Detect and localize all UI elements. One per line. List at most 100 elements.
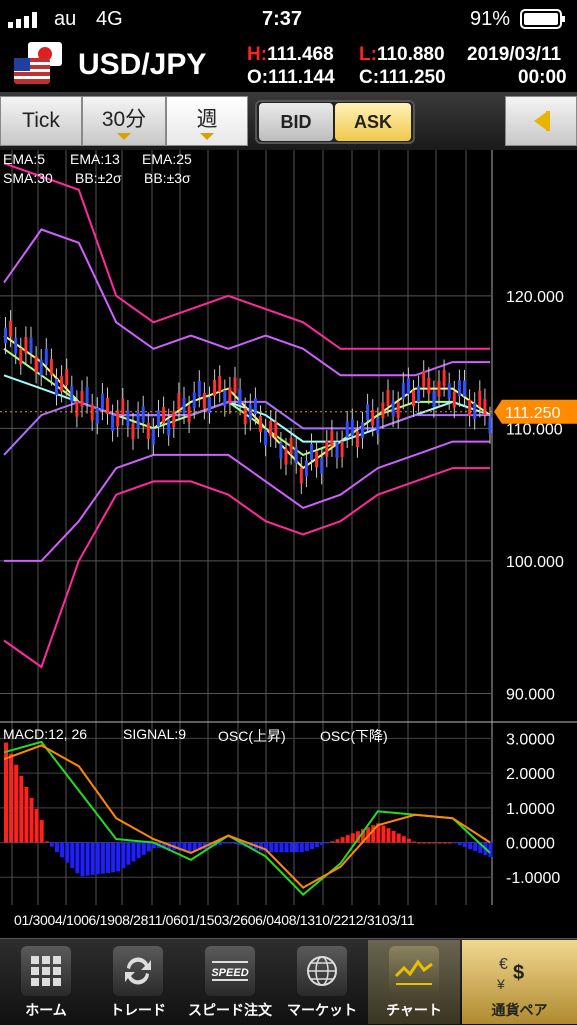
bar-time: 00:00	[518, 67, 567, 88]
collapse-panel-button[interactable]	[505, 96, 577, 146]
current-price-label: 111.250	[505, 405, 561, 422]
osc-bar	[49, 842, 54, 847]
candle-body	[488, 417, 492, 434]
candle-body	[406, 378, 410, 395]
candle-body	[136, 412, 140, 429]
candle-body	[452, 391, 456, 408]
candle-body	[9, 320, 13, 337]
candle-body	[457, 380, 461, 397]
osc-bar	[279, 842, 284, 853]
osc-bar	[223, 842, 228, 844]
candle-body	[391, 400, 395, 417]
osc-bar	[289, 842, 294, 853]
osc-bar	[320, 842, 325, 846]
bid-button[interactable]: BID	[259, 103, 333, 141]
series-line	[4, 440, 490, 562]
osc-bar	[19, 775, 24, 843]
currency-pair-title[interactable]: USD/JPY	[78, 48, 206, 82]
osc-bar	[294, 842, 299, 853]
battery-icon	[520, 9, 566, 29]
globe-icon	[297, 946, 347, 996]
osc-bar	[106, 842, 110, 873]
dropdown-caret-icon	[117, 132, 131, 140]
candle-body	[279, 442, 283, 459]
candle-body	[264, 429, 268, 446]
candle-body	[422, 370, 426, 387]
candle-body	[202, 392, 206, 409]
candle-body	[182, 397, 186, 414]
legend-signal: SIGNAL:9	[123, 726, 187, 742]
price-tick-label: 110.000	[506, 421, 563, 438]
candle-body	[350, 419, 354, 436]
series-line	[3, 467, 490, 669]
chart-area[interactable]: 120.000 110.000 100.000 90.000 3.0000 2.0000 1…	[0, 150, 577, 940]
osc-bar	[121, 842, 126, 869]
tab-currency-pair[interactable]: € $ ¥ 通貨ペア	[462, 940, 577, 1024]
price-tick-label: 90.000	[506, 686, 555, 703]
currency-icon: € $ ¥	[495, 946, 545, 996]
osc-bar	[70, 842, 75, 868]
candle-body	[100, 393, 104, 410]
chart-svg[interactable]: 120.000 110.000 100.000 90.000 3.0000 2.0000 1…	[0, 150, 577, 940]
candle-body	[243, 408, 247, 425]
price-tick-label: 120.000	[506, 289, 564, 306]
candle-body	[463, 380, 466, 397]
candle-body	[19, 348, 23, 365]
speed-icon: SPEED	[205, 946, 255, 996]
tab-tick[interactable]: Tick	[0, 96, 82, 146]
candle-body	[167, 419, 171, 436]
osc-bar	[325, 842, 330, 844]
osc-bar	[75, 842, 80, 874]
osc-bar	[274, 842, 279, 853]
candle-body	[432, 391, 436, 408]
candle-body	[60, 375, 64, 392]
osc-bar	[442, 842, 447, 844]
osc-bar	[90, 842, 95, 875]
osc-bar	[463, 842, 467, 848]
osc-bar	[100, 842, 105, 874]
legend-osc-up: OSC(上昇)	[218, 728, 286, 744]
tab-market[interactable]: マーケット	[276, 940, 368, 1024]
candle-body	[437, 380, 441, 397]
osc-bar	[422, 842, 427, 844]
osc-bar	[44, 841, 49, 843]
macd-tick-label: 1.0000	[506, 801, 555, 818]
candle-body	[95, 407, 99, 424]
candle-body	[208, 397, 211, 414]
candle-body	[427, 377, 431, 394]
tab-trade[interactable]: トレード	[92, 940, 184, 1024]
osc-bar	[391, 830, 396, 843]
candle-body	[269, 420, 273, 437]
candle-body	[304, 460, 308, 477]
carrier-label: au	[54, 8, 77, 30]
osc-bar	[350, 833, 355, 843]
candle-body	[442, 370, 446, 387]
osc-bar	[437, 842, 442, 844]
osc-bar	[80, 842, 85, 877]
candle-body	[447, 383, 451, 400]
battery-percent: 91%	[470, 8, 511, 30]
tab-speed-order[interactable]: SPEED スピード注文	[184, 940, 276, 1024]
osc-bar	[131, 842, 136, 862]
trade-arrows-icon	[113, 946, 163, 996]
ask-button[interactable]: ASK	[335, 103, 411, 141]
tab-chart[interactable]: チャート	[368, 940, 460, 1024]
candle-body	[315, 451, 319, 468]
candle-body	[259, 416, 262, 432]
close-readout: C:111.250	[359, 67, 446, 88]
tab-week[interactable]: 週	[166, 96, 248, 146]
candle-body	[228, 387, 232, 404]
price-tick-label: 100.000	[506, 554, 564, 571]
candle-body	[345, 421, 349, 438]
candle-body	[284, 448, 288, 465]
osc-bar	[284, 842, 289, 853]
candle-body	[355, 431, 359, 448]
tab-home[interactable]: ホーム	[0, 940, 92, 1024]
candle-body	[376, 418, 380, 434]
osc-bar	[386, 828, 391, 843]
candle-body	[172, 411, 176, 428]
tab-30min[interactable]: 30分	[82, 96, 166, 146]
candle-body	[274, 421, 278, 438]
osc-bar	[340, 837, 345, 843]
osc-bar	[95, 842, 100, 875]
